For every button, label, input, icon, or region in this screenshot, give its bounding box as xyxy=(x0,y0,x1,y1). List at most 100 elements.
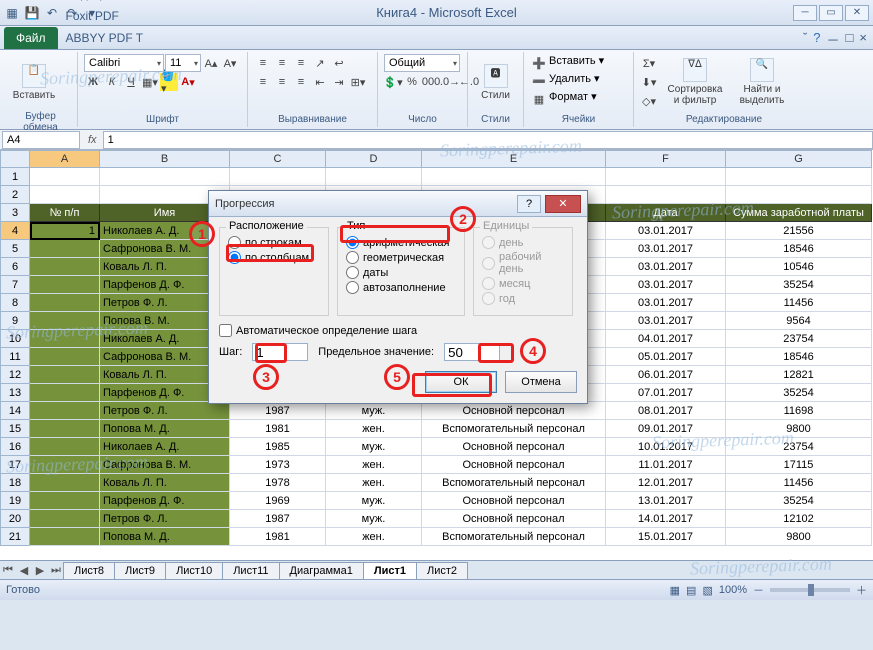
row-header[interactable]: 11 xyxy=(0,348,30,366)
step-input[interactable] xyxy=(252,343,308,361)
cell[interactable]: 23754 xyxy=(726,330,872,348)
orientation-icon[interactable]: ↗ xyxy=(311,54,329,72)
cell[interactable]: 35254 xyxy=(726,276,872,294)
view-break-icon[interactable]: ▧ xyxy=(702,584,712,597)
ok-button[interactable]: ОК xyxy=(425,371,497,393)
sheet-tab[interactable]: Лист9 xyxy=(114,562,166,579)
cell[interactable] xyxy=(30,402,100,420)
cell[interactable]: 23754 xyxy=(726,438,872,456)
row-header[interactable]: 14 xyxy=(0,402,30,420)
align-bot-icon[interactable]: ≡ xyxy=(292,54,310,72)
table-header-cell[interactable]: № п/п xyxy=(30,204,100,222)
indent-dec-icon[interactable]: ⇤ xyxy=(311,73,329,91)
column-header[interactable]: B xyxy=(100,150,230,168)
cell[interactable]: Парфенов Д. Ф. xyxy=(100,492,230,510)
comma-icon[interactable]: 000 xyxy=(422,73,440,91)
row-header[interactable]: 20 xyxy=(0,510,30,528)
cell[interactable]: 09.01.2017 xyxy=(606,420,726,438)
sheet-nav-next[interactable]: ▶ xyxy=(32,564,48,577)
cell[interactable]: Вспомогательный персонал xyxy=(422,420,606,438)
cell[interactable] xyxy=(30,240,100,258)
row-header[interactable]: 3 xyxy=(0,204,30,222)
column-header[interactable]: G xyxy=(726,150,872,168)
cell[interactable]: 1978 xyxy=(230,474,326,492)
cell[interactable] xyxy=(326,168,422,186)
paste-button[interactable]: 📋Вставить xyxy=(10,54,58,110)
cell[interactable]: жен. xyxy=(326,456,422,474)
cell[interactable]: Сафронова В. М. xyxy=(100,456,230,474)
cell[interactable] xyxy=(30,366,100,384)
sort-filter-button[interactable]: ᐁᐃСортировка и фильтр xyxy=(662,54,728,110)
save-icon[interactable]: 💾 xyxy=(24,5,40,21)
radio-autofill[interactable]: автозаполнение xyxy=(346,281,456,294)
row-header[interactable]: 13 xyxy=(0,384,30,402)
border-icon[interactable]: ▦▾ xyxy=(141,73,159,91)
bold-icon[interactable]: Ж xyxy=(84,73,102,91)
sheet-tab[interactable]: Лист10 xyxy=(165,562,223,579)
fill-icon[interactable]: ⬇▾ xyxy=(640,73,658,91)
cell[interactable]: 17115 xyxy=(726,456,872,474)
cell[interactable] xyxy=(230,168,326,186)
cell[interactable]: жен. xyxy=(326,474,422,492)
column-header[interactable]: F xyxy=(606,150,726,168)
table-header-cell[interactable]: Сумма заработной платы xyxy=(726,204,872,222)
cell[interactable]: 03.01.2017 xyxy=(606,222,726,240)
cell[interactable]: 03.01.2017 xyxy=(606,276,726,294)
limit-input[interactable] xyxy=(444,343,500,361)
insert-cells-button[interactable]: ➕Вставить ▾ xyxy=(530,54,604,72)
cell[interactable] xyxy=(30,186,100,204)
cell[interactable]: 35254 xyxy=(726,492,872,510)
view-layout-icon[interactable]: ▤ xyxy=(686,584,696,597)
cell[interactable]: Основной персонал xyxy=(422,492,606,510)
number-format-combo[interactable]: Общий xyxy=(384,54,460,72)
cancel-button[interactable]: Отмена xyxy=(505,371,577,393)
fill-color-icon[interactable]: 🪣▾ xyxy=(160,73,178,91)
cell[interactable]: Попова М. Д. xyxy=(100,528,230,546)
cell[interactable]: 18546 xyxy=(726,348,872,366)
find-select-button[interactable]: 🔍Найти и выделить xyxy=(732,54,792,110)
row-header[interactable]: 5 xyxy=(0,240,30,258)
sheet-nav-prev[interactable]: ◀ xyxy=(16,564,32,577)
italic-icon[interactable]: К xyxy=(103,73,121,91)
cell[interactable]: 1973 xyxy=(230,456,326,474)
cell[interactable] xyxy=(30,168,100,186)
ribbon-tab[interactable]: Foxit PDF xyxy=(58,5,152,27)
cell[interactable]: Николаев А. Д. xyxy=(100,438,230,456)
cell[interactable]: Коваль Л. П. xyxy=(100,474,230,492)
cell[interactable]: 15.01.2017 xyxy=(606,528,726,546)
dialog-help-icon[interactable]: ? xyxy=(517,195,541,213)
cell[interactable]: 12.01.2017 xyxy=(606,474,726,492)
cell[interactable]: 1987 xyxy=(230,510,326,528)
cell[interactable]: муж. xyxy=(326,492,422,510)
cell[interactable] xyxy=(30,312,100,330)
cell[interactable]: Основной персонал xyxy=(422,510,606,528)
minimize-button[interactable]: ─ xyxy=(793,5,817,21)
cell[interactable]: 06.01.2017 xyxy=(606,366,726,384)
doc-restore-icon[interactable]: □ xyxy=(846,30,854,49)
align-left-icon[interactable]: ≡ xyxy=(254,73,272,91)
cell[interactable]: 03.01.2017 xyxy=(606,294,726,312)
fx-icon[interactable]: fx xyxy=(82,134,103,146)
cell[interactable]: Попова М. Д. xyxy=(100,420,230,438)
cell[interactable]: 21556 xyxy=(726,222,872,240)
cell[interactable]: 18546 xyxy=(726,240,872,258)
row-header[interactable]: 16 xyxy=(0,438,30,456)
cell[interactable]: 08.01.2017 xyxy=(606,402,726,420)
ribbon-tab[interactable]: ABBYY PDF T xyxy=(58,27,152,49)
cell[interactable] xyxy=(30,510,100,528)
column-header[interactable]: E xyxy=(422,150,606,168)
cell[interactable]: Основной персонал xyxy=(422,402,606,420)
inc-decimal-icon[interactable]: .0→ xyxy=(441,73,459,91)
radio-dates[interactable]: даты xyxy=(346,266,456,279)
cell[interactable]: 10.01.2017 xyxy=(606,438,726,456)
row-header[interactable]: 6 xyxy=(0,258,30,276)
cell[interactable]: муж. xyxy=(326,510,422,528)
cell[interactable]: жен. xyxy=(326,420,422,438)
cell[interactable]: 1981 xyxy=(230,420,326,438)
row-header[interactable]: 17 xyxy=(0,456,30,474)
sheet-tab[interactable]: Лист2 xyxy=(416,562,468,579)
cell[interactable]: 14.01.2017 xyxy=(606,510,726,528)
row-header[interactable]: 4 xyxy=(0,222,30,240)
sheet-tab[interactable]: Диаграмма1 xyxy=(279,562,364,579)
column-header[interactable]: D xyxy=(326,150,422,168)
